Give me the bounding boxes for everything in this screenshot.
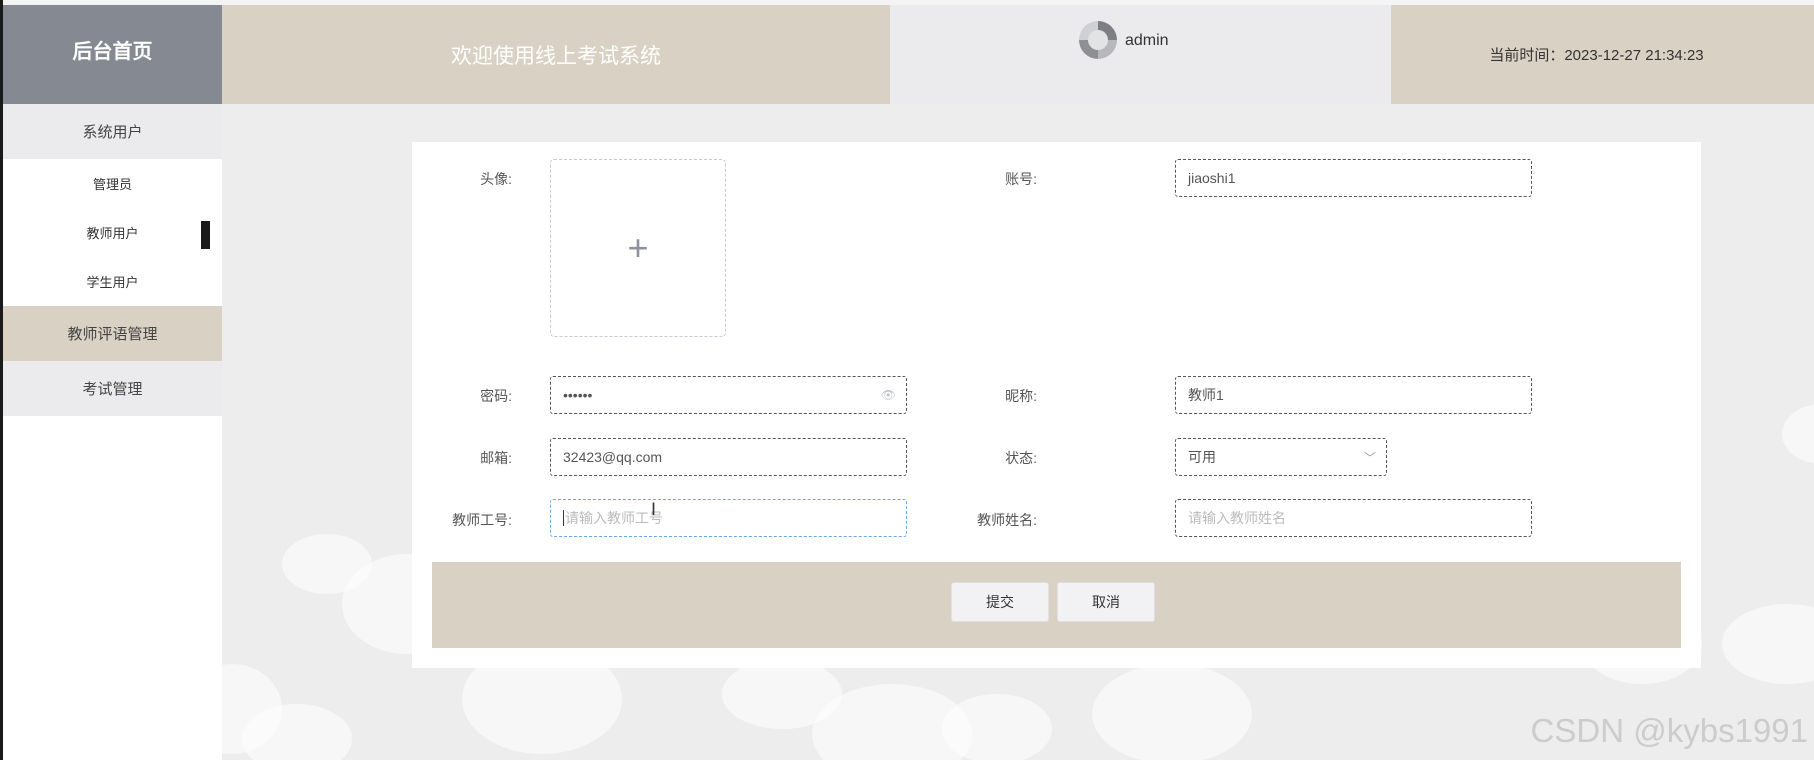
eye-icon[interactable]: 👁 bbox=[881, 388, 896, 402]
account-field[interactable]: jiaoshi1 bbox=[1175, 159, 1532, 197]
sidebar-item-label: 考试管理 bbox=[82, 381, 143, 398]
status-label: 状态: bbox=[1005, 450, 1037, 466]
teacher-id-input[interactable]: 请输入教师工号 bbox=[550, 499, 907, 537]
sidebar-item-system-users[interactable]: 系统用户 bbox=[3, 104, 222, 159]
account-label: 账号: bbox=[1005, 171, 1037, 187]
submit-button[interactable]: 提交 bbox=[951, 582, 1049, 622]
sidebar-item-exam-management[interactable]: 考试管理 bbox=[3, 361, 222, 416]
nickname-label: 昵称: bbox=[1005, 388, 1037, 404]
home-brand[interactable]: 后台首页 bbox=[3, 5, 222, 104]
sidebar-item-teacher-comments[interactable]: 教师评语管理 bbox=[3, 306, 222, 361]
window-edge bbox=[0, 0, 3, 760]
form-actions: 提交 取消 bbox=[432, 562, 1681, 648]
sidebar-item-student-users[interactable]: 学生用户 bbox=[3, 257, 222, 306]
teacher-id-placeholder: 请输入教师工号 bbox=[565, 510, 663, 526]
sidebar-item-teacher-users[interactable]: 教师用户 bbox=[3, 208, 222, 257]
password-value: •••••• bbox=[563, 387, 593, 403]
page-title: 欢迎使用线上考试系统 bbox=[222, 5, 890, 104]
sidebar-item-label: 管理员 bbox=[92, 177, 132, 192]
background-bubble bbox=[1782, 404, 1814, 464]
avatar[interactable] bbox=[1079, 21, 1117, 59]
nickname-field[interactable]: 教师1 bbox=[1175, 376, 1532, 414]
background-bubble bbox=[1722, 604, 1814, 684]
teacher-name-label: 教师姓名: bbox=[977, 512, 1037, 528]
sidebar-item-label: 教师用户 bbox=[86, 226, 139, 241]
sidebar: 系统用户 管理员 教师用户 学生用户 教师评语管理 考试管理 bbox=[3, 104, 222, 760]
sidebar-item-label: 教师评语管理 bbox=[67, 326, 158, 343]
email-field[interactable]: 32423@qq.com bbox=[550, 438, 907, 476]
edit-form-card: 头像: + 账号: jiaoshi1 密码: •••••• 👁 昵称: 教师1 … bbox=[412, 142, 1701, 668]
account-value: jiaoshi1 bbox=[1188, 170, 1236, 186]
chevron-down-icon: ﹀ bbox=[1363, 451, 1376, 465]
watermark: CSDN @kybs1991 bbox=[1530, 712, 1808, 749]
status-value: 可用 bbox=[1188, 449, 1216, 465]
mouse-cursor-icon: I bbox=[651, 500, 657, 520]
main-content: 头像: + 账号: jiaoshi1 密码: •••••• 👁 昵称: 教师1 … bbox=[222, 104, 1814, 760]
plus-icon: + bbox=[627, 227, 649, 268]
active-indicator bbox=[201, 221, 210, 249]
username-label: admin bbox=[1125, 32, 1169, 49]
email-label: 邮箱: bbox=[480, 450, 512, 466]
teacher-id-label: 教师工号: bbox=[452, 512, 512, 528]
sidebar-item-admins[interactable]: 管理员 bbox=[3, 159, 222, 208]
text-caret bbox=[563, 510, 564, 526]
nickname-value: 教师1 bbox=[1188, 387, 1224, 403]
status-select[interactable]: 可用 ﹀ bbox=[1175, 438, 1387, 476]
cancel-button[interactable]: 取消 bbox=[1057, 582, 1155, 622]
background-bubble bbox=[1092, 664, 1252, 760]
password-field[interactable]: •••••• 👁 bbox=[550, 376, 907, 414]
background-bubble bbox=[942, 694, 1052, 760]
avatar-upload[interactable]: + bbox=[550, 159, 726, 337]
avatar-label: 头像: bbox=[480, 171, 512, 187]
password-label: 密码: bbox=[480, 388, 512, 404]
teacher-name-placeholder: 请输入教师姓名 bbox=[1188, 510, 1286, 526]
email-value: 32423@qq.com bbox=[563, 449, 663, 465]
teacher-name-input[interactable]: 请输入教师姓名 bbox=[1175, 499, 1532, 537]
user-panel: admin bbox=[890, 5, 1391, 104]
sidebar-item-label: 系统用户 bbox=[82, 124, 143, 141]
sidebar-item-label: 学生用户 bbox=[86, 275, 139, 290]
current-time: 当前时间：2023-12-27 21:34:23 bbox=[1391, 5, 1814, 104]
